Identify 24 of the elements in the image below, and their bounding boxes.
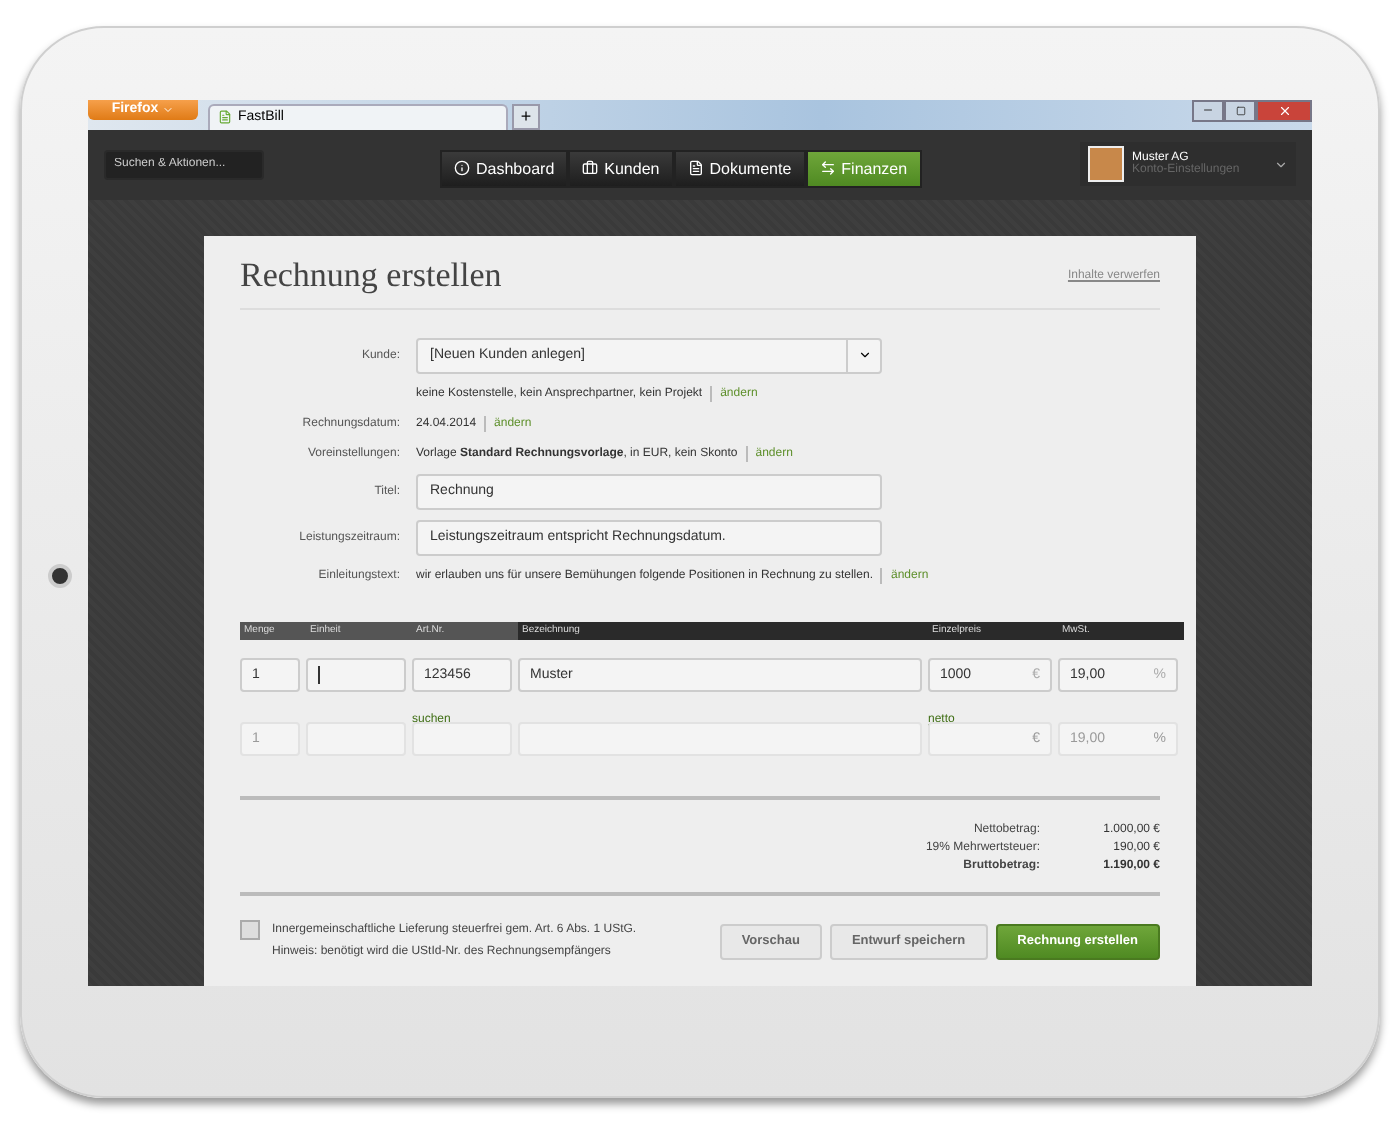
nav-tab[interactable]: Kunden — [568, 149, 674, 187]
nav-tab[interactable]: Dashboard — [440, 149, 569, 187]
maximize-icon — [1235, 105, 1245, 115]
dropdown-caret-icon — [857, 348, 871, 362]
briefcase-icon — [582, 160, 599, 176]
camera-dot — [48, 563, 72, 587]
avatar-placeholder — [1088, 146, 1124, 182]
new-tab-button[interactable]: + — [512, 103, 540, 129]
nav-tab[interactable]: Dokumente — [673, 149, 806, 187]
nav-tab[interactable]: Finanzen — [805, 149, 922, 187]
minimize-button[interactable] — [1192, 99, 1224, 121]
checkbox[interactable] — [240, 919, 260, 939]
table-input[interactable] — [306, 657, 406, 691]
close-icon — [1277, 103, 1291, 117]
minimize-icon — [1202, 104, 1214, 116]
document-icon — [687, 160, 704, 176]
arrows-icon — [819, 160, 836, 176]
caret-icon — [162, 103, 175, 115]
dropdown-caret-icon — [1274, 157, 1288, 171]
page-icon — [218, 110, 232, 124]
info-icon — [454, 160, 470, 176]
page-title: Rechnung erstellen — [240, 255, 502, 295]
close-button[interactable] — [1256, 99, 1312, 121]
maximize-button[interactable] — [1224, 99, 1256, 121]
